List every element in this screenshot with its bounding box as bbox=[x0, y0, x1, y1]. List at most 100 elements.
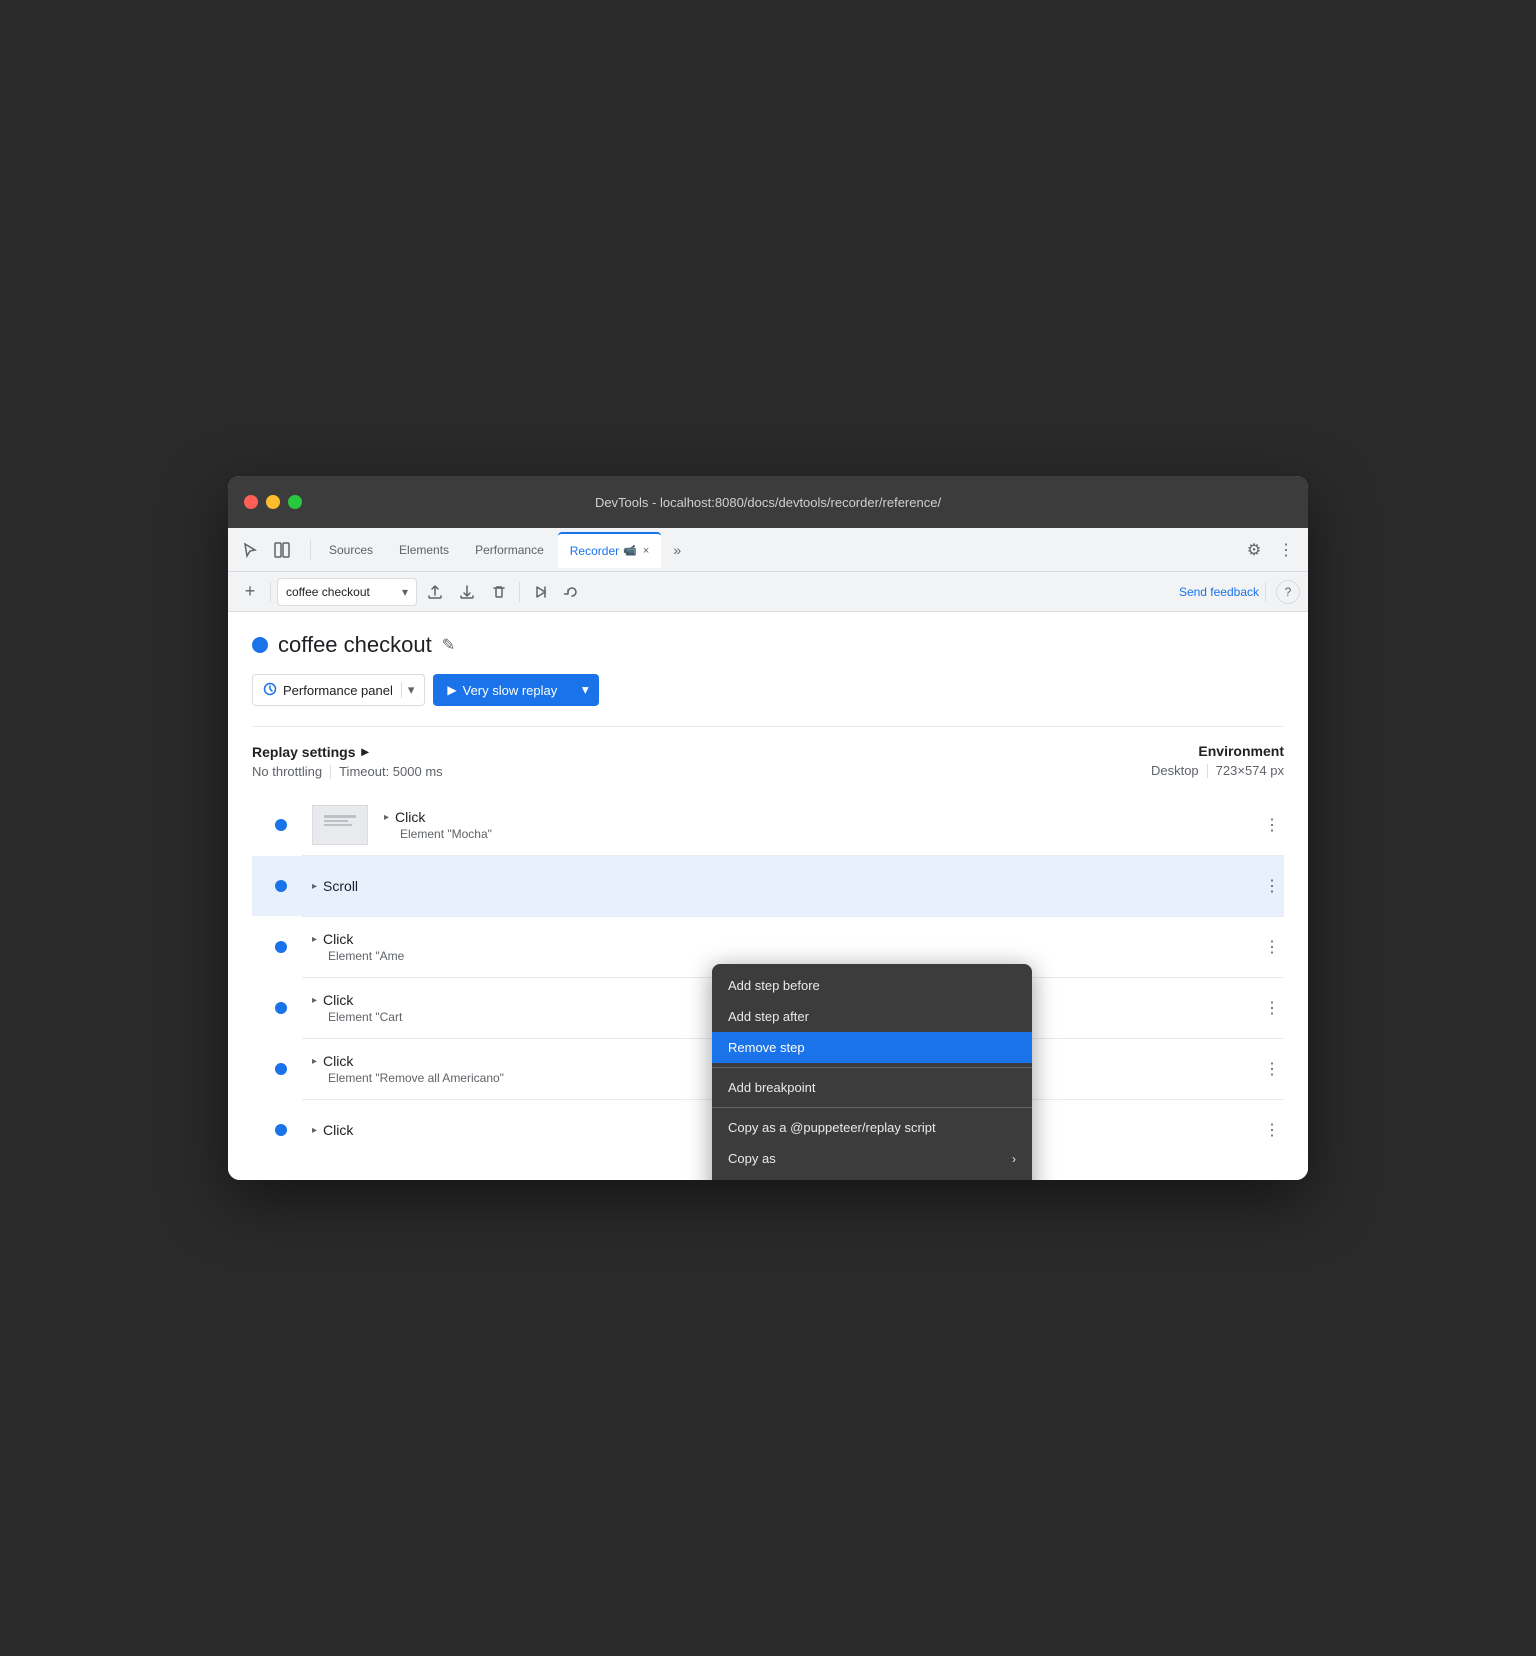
environment-subtitle: Desktop 723×574 px bbox=[1151, 763, 1284, 778]
step-content: ▸ Click Element "Mocha" bbox=[376, 809, 1260, 841]
panel-dropdown-chevron-icon[interactable]: ▾ bbox=[401, 682, 415, 698]
tab-elements[interactable]: Elements bbox=[387, 532, 461, 568]
panel-switch-icon[interactable] bbox=[268, 536, 296, 564]
step-more-button[interactable]: ⋮ bbox=[1260, 813, 1284, 837]
tab-recorder[interactable]: Recorder 📹 × bbox=[558, 532, 662, 568]
add-step-after-label: Add step after bbox=[728, 1009, 809, 1024]
step-expand-icon: ▸ bbox=[312, 1056, 317, 1067]
new-recording-icon[interactable]: + bbox=[236, 578, 264, 606]
step-title[interactable]: ▸ Click bbox=[312, 931, 1260, 947]
context-menu-item-remove-step[interactable]: Remove step bbox=[712, 1032, 1032, 1063]
step-more-button[interactable]: ⋮ bbox=[1260, 935, 1284, 959]
step-title[interactable]: ▸ Scroll bbox=[312, 878, 1260, 894]
steps-list: ▸ Click Element "Mocha" ⋮ bbox=[252, 791, 1284, 1160]
copy-puppeteer-label: Copy as a @puppeteer/replay script bbox=[728, 1120, 936, 1135]
step-title[interactable]: ▸ Click bbox=[384, 809, 1260, 825]
toolbar-divider-2 bbox=[519, 582, 520, 602]
step-expand-icon: ▸ bbox=[312, 881, 317, 892]
step-expand-icon: ▸ bbox=[312, 995, 317, 1006]
timeout-label: Timeout: 5000 ms bbox=[339, 764, 443, 779]
recording-name: coffee checkout bbox=[286, 585, 370, 599]
step-detail: Element "Mocha" bbox=[384, 827, 1260, 841]
settings-subtitle: No throttling Timeout: 5000 ms bbox=[252, 764, 443, 779]
replay-dropdown-button[interactable]: ▾ bbox=[571, 674, 599, 706]
context-menu-item-copy-as[interactable]: Copy as › bbox=[712, 1143, 1032, 1174]
main-content: coffee checkout ✎ Performance panel ▾ bbox=[228, 612, 1308, 1180]
context-menu-divider-1 bbox=[712, 1067, 1032, 1068]
step-expand-icon: ▸ bbox=[312, 1125, 317, 1136]
table-row: ▸ Click Element "Mocha" ⋮ bbox=[252, 795, 1284, 855]
step-expand-icon: ▸ bbox=[312, 934, 317, 945]
help-button[interactable]: ? bbox=[1276, 580, 1300, 604]
step-more-button[interactable]: ⋮ bbox=[1260, 1057, 1284, 1081]
replay-main-button[interactable]: ▶ Very slow replay bbox=[433, 674, 571, 706]
table-row: ▸ Scroll ⋮ Add step before Add step afte… bbox=[252, 856, 1284, 916]
settings-left: Replay settings ▸ No throttling Timeout:… bbox=[252, 743, 443, 779]
remove-step-label: Remove step bbox=[728, 1040, 805, 1055]
env-desktop-label: Desktop bbox=[1151, 763, 1199, 778]
edit-title-icon[interactable]: ✎ bbox=[442, 635, 455, 655]
context-menu-item-add-breakpoint[interactable]: Add breakpoint bbox=[712, 1072, 1032, 1103]
context-menu-divider-2 bbox=[712, 1107, 1032, 1108]
step-expand-icon: ▸ bbox=[384, 812, 389, 823]
step-content: ▸ Click Element "Ame bbox=[304, 931, 1260, 963]
more-options-icon[interactable]: ⋮ bbox=[1272, 536, 1300, 564]
toolbar: + coffee checkout ▾ bbox=[228, 572, 1308, 612]
maximize-button[interactable] bbox=[288, 495, 302, 509]
recording-status-dot bbox=[252, 637, 268, 653]
settings-row: Replay settings ▸ No throttling Timeout:… bbox=[252, 743, 1284, 779]
download-recording-icon[interactable] bbox=[453, 578, 481, 606]
window-title: DevTools - localhost:8080/docs/devtools/… bbox=[595, 495, 941, 510]
title-bar: DevTools - localhost:8080/docs/devtools/… bbox=[228, 476, 1308, 528]
step-more-button[interactable]: ⋮ bbox=[1260, 996, 1284, 1020]
settings-right: Environment Desktop 723×574 px bbox=[1151, 743, 1284, 778]
replay-settings-title[interactable]: Replay settings ▸ bbox=[252, 743, 443, 760]
copy-as-arrow-icon: › bbox=[1012, 1152, 1016, 1166]
step-more-button[interactable]: ⋮ bbox=[1260, 874, 1284, 898]
step-more-button[interactable]: ⋮ bbox=[1260, 1118, 1284, 1142]
step-action-label: Click bbox=[323, 1053, 353, 1069]
copy-as-label: Copy as bbox=[728, 1151, 776, 1166]
devtools-body: Sources Elements Performance Recorder 📹 … bbox=[228, 528, 1308, 1180]
tab-divider-1 bbox=[310, 540, 311, 560]
settings-gear-icon[interactable]: ⚙ bbox=[1240, 536, 1268, 564]
environment-title: Environment bbox=[1151, 743, 1284, 759]
replay-icon[interactable] bbox=[558, 578, 586, 606]
delete-recording-icon[interactable] bbox=[485, 578, 513, 606]
step-detail: Element "Ame bbox=[312, 949, 1260, 963]
no-throttling-label: No throttling bbox=[252, 764, 322, 779]
performance-panel-button[interactable]: Performance panel ▾ bbox=[252, 674, 425, 706]
cursor-icon[interactable] bbox=[236, 536, 264, 564]
add-step-before-label: Add step before bbox=[728, 978, 820, 993]
context-menu-item-services[interactable]: Services › bbox=[712, 1174, 1032, 1180]
play-recording-icon[interactable] bbox=[526, 578, 554, 606]
performance-panel-label: Performance panel bbox=[283, 683, 393, 698]
env-divider bbox=[1207, 764, 1208, 778]
settings-expand-icon: ▸ bbox=[361, 743, 368, 760]
step-action-label: Click bbox=[323, 992, 353, 1008]
send-feedback-link[interactable]: Send feedback bbox=[1179, 585, 1259, 599]
tab-performance[interactable]: Performance bbox=[463, 532, 556, 568]
tab-bar: Sources Elements Performance Recorder 📹 … bbox=[228, 528, 1308, 572]
performance-panel-icon bbox=[263, 682, 277, 699]
env-size-label: 723×574 px bbox=[1216, 763, 1284, 778]
step-action-label: Scroll bbox=[323, 878, 358, 894]
tab-more: ⚙ ⋮ bbox=[1240, 536, 1300, 564]
step-action-label: Click bbox=[323, 1122, 353, 1138]
toolbar-divider-3 bbox=[1265, 582, 1266, 602]
close-button[interactable] bbox=[244, 495, 258, 509]
more-tabs-icon[interactable]: » bbox=[663, 536, 691, 564]
recording-title: coffee checkout bbox=[278, 632, 432, 658]
tab-sources[interactable]: Sources bbox=[317, 532, 385, 568]
tab-close-icon[interactable]: × bbox=[643, 545, 649, 557]
traffic-lights bbox=[244, 495, 302, 509]
context-menu-item-add-after[interactable]: Add step after bbox=[712, 1001, 1032, 1032]
context-menu-item-add-before[interactable]: Add step before bbox=[712, 970, 1032, 1001]
step-thumbnail bbox=[312, 805, 368, 845]
context-menu: Add step before Add step after Remove st… bbox=[712, 964, 1032, 1180]
context-menu-item-copy-puppeteer[interactable]: Copy as a @puppeteer/replay script bbox=[712, 1112, 1032, 1143]
upload-recording-icon[interactable] bbox=[421, 578, 449, 606]
settings-section: Replay settings ▸ No throttling Timeout:… bbox=[252, 726, 1284, 791]
recording-select[interactable]: coffee checkout ▾ bbox=[277, 578, 417, 606]
minimize-button[interactable] bbox=[266, 495, 280, 509]
